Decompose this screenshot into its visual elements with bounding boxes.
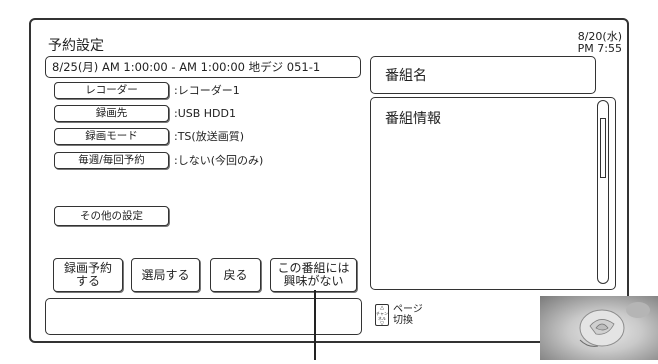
repeat-button[interactable]: 毎週/毎回予約	[54, 152, 169, 169]
repeat-value: :しない(今回のみ)	[174, 154, 264, 167]
tv-preview-thumbnail	[540, 296, 658, 360]
page-switch-line1: ページ	[393, 304, 423, 315]
select-station-button[interactable]: 選局する	[131, 258, 200, 292]
recorder-button[interactable]: レコーダー	[54, 82, 169, 99]
clock-time: PM 7:55	[577, 42, 622, 55]
program-info-box: 番組情報	[370, 97, 616, 290]
page-switch-line2: 切換	[393, 315, 413, 326]
rose-image-icon	[579, 302, 650, 347]
recording-mode-button[interactable]: 録画モード	[54, 128, 169, 145]
reserve-button[interactable]: 録画予約 する	[53, 258, 123, 292]
recorder-value: :レコーダー1	[174, 84, 240, 97]
channel-key-label: チャンネル	[376, 311, 388, 321]
recording-mode-value: :TS(放送画質)	[174, 130, 244, 143]
page-title: 予約設定	[48, 38, 104, 54]
destination-value: :USB HDD1	[174, 107, 236, 120]
other-settings-button[interactable]: その他の設定	[54, 206, 169, 226]
not-interested-button[interactable]: この番組には 興味がない	[270, 258, 357, 292]
page-switch-hint: ページ 切換	[393, 304, 423, 326]
schedule-info: 8/25(月) AM 1:00:00 - AM 1:00:00 地デジ 051-…	[45, 56, 361, 78]
clock: 8/20(水) PM 7:55	[560, 31, 622, 55]
reserve-label-2: する	[75, 274, 100, 288]
destination-button[interactable]: 録画先	[54, 105, 169, 122]
back-button[interactable]: 戻る	[210, 258, 261, 292]
callout-line	[314, 290, 316, 360]
program-name-box: 番組名	[370, 56, 596, 94]
channel-page-key-icon: △ チャンネル ▽	[375, 304, 389, 327]
not-interested-label-2: 興味がない	[283, 274, 344, 288]
arrow-down-icon: ▽	[380, 321, 384, 327]
scrollbar-thumb[interactable]	[600, 118, 606, 178]
